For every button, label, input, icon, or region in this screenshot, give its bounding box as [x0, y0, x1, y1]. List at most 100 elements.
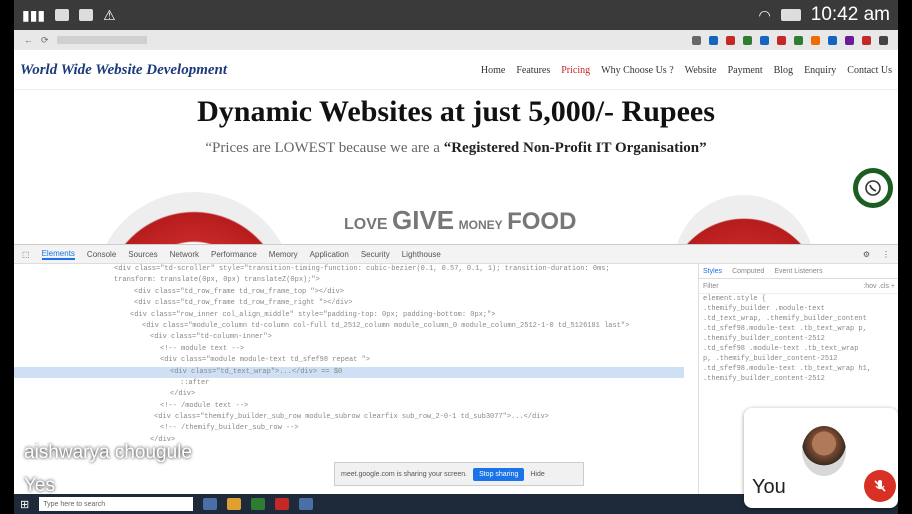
- inspect-element-icon[interactable]: ⬚: [22, 250, 30, 259]
- image-notification-icon: [79, 9, 94, 21]
- dom-node-line[interactable]: <div class="module module-text td_sfef98…: [14, 355, 684, 366]
- wifi-icon: ◠: [758, 6, 771, 23]
- mic-off-icon: [874, 480, 886, 492]
- screen-share-bar: meet.google.com is sharing your screen. …: [334, 462, 584, 486]
- css-selector-line: .td_text_wrap, .themify_builder_content: [703, 315, 867, 323]
- extension-icon[interactable]: [794, 35, 803, 45]
- extension-icon[interactable]: [828, 35, 837, 45]
- participant-name: aishwarya chougule: [24, 442, 192, 463]
- hero-title: Dynamic Websites at just 5,000/- Rupees: [197, 95, 715, 128]
- dom-node-line[interactable]: <div class="module_column td-column col-…: [14, 321, 684, 332]
- taskbar-app-icon[interactable]: [275, 498, 290, 510]
- devtools-tab-sources[interactable]: Sources: [128, 250, 157, 259]
- wordcloud-word: GIVE: [392, 205, 455, 235]
- taskbar-app-icon[interactable]: [251, 498, 266, 510]
- devtools-tab-network[interactable]: Network: [170, 250, 199, 259]
- nav-link-enquiry[interactable]: Enquiry: [804, 65, 836, 76]
- windows-start-icon[interactable]: ⊞: [20, 498, 29, 511]
- extension-icon[interactable]: [879, 35, 888, 45]
- dom-node-line[interactable]: ::after: [14, 378, 684, 389]
- extension-icon[interactable]: [811, 35, 820, 45]
- taskbar-app-icon[interactable]: [227, 498, 242, 510]
- extension-icon[interactable]: [862, 35, 871, 45]
- extension-icon[interactable]: [743, 35, 752, 45]
- extension-icon[interactable]: [726, 35, 735, 45]
- back-icon[interactable]: ←: [24, 35, 33, 45]
- devtools-tab-security[interactable]: Security: [361, 250, 390, 259]
- signal-icon: ▮▮▮: [22, 6, 46, 23]
- dom-node-line[interactable]: <div class="themify_builder_sub_row modu…: [14, 412, 684, 423]
- dom-node-line[interactable]: <div class="row_inner col_align_middle" …: [14, 310, 684, 321]
- styles-tab-computed[interactable]: Computed: [732, 268, 764, 275]
- taskbar-app-icon[interactable]: [203, 498, 218, 510]
- battery-icon: [780, 9, 801, 21]
- devtools-tab-lighthouse[interactable]: Lighthouse: [402, 250, 441, 259]
- hero-subtitle: “Prices are LOWEST because we are a “Reg…: [14, 140, 898, 157]
- dom-node-line[interactable]: <!-- /module text -->: [14, 401, 684, 412]
- reload-icon[interactable]: ⟳: [41, 35, 49, 46]
- nav-link-contact-us[interactable]: Contact Us: [847, 65, 892, 76]
- whatsapp-icon: [865, 180, 881, 196]
- wordcloud-word: LOVE: [344, 216, 388, 233]
- css-selector-line: .td_sfef98.module-text .tb_text_wrap h1,: [703, 365, 872, 373]
- dom-node-line[interactable]: <div class="td-scroller" style="transiti…: [14, 264, 684, 275]
- devtools-settings-icon[interactable]: ⚙: [863, 250, 870, 259]
- self-video-tile[interactable]: You: [744, 408, 898, 508]
- styles-tab-listeners[interactable]: Event Listeners: [774, 268, 822, 275]
- styles-filter-options[interactable]: :hov .cls +: [863, 283, 895, 290]
- extension-icon[interactable]: [760, 35, 769, 45]
- extension-icon[interactable]: [692, 35, 701, 45]
- css-selector-line: .themify_builder .module-text: [703, 305, 825, 313]
- devtools-tab-application[interactable]: Application: [310, 250, 349, 259]
- dom-node-line[interactable]: <div class="td_row_frame td_row_frame_ri…: [14, 298, 684, 309]
- selected-dom-node[interactable]: <div class="td_text_wrap">...</div> == $…: [14, 366, 684, 378]
- element-style-rule: element.style {: [703, 295, 767, 303]
- url-bar[interactable]: [56, 36, 147, 44]
- live-caption: Yes: [24, 475, 55, 496]
- wordcloud-word: FOOD: [507, 208, 577, 235]
- css-selector-line: p, .themify_builder_content-2512: [703, 355, 838, 363]
- hide-share-bar-button[interactable]: Hide: [530, 471, 544, 478]
- word-cloud-image: LOVE GIVE MONEY FOOD: [344, 205, 576, 236]
- dom-node-line[interactable]: <div class="td_row_frame td_row_frame_to…: [14, 287, 684, 298]
- devtools-menu-icon[interactable]: ⋮: [882, 250, 890, 259]
- nav-link-features[interactable]: Features: [516, 65, 550, 76]
- dom-node-line[interactable]: transform: translate(0px, 0px) translate…: [14, 275, 684, 286]
- devtools-tabs: ⬚ Elements Console Sources Network Performanc…: [14, 245, 898, 264]
- warning-icon: ⚠: [103, 6, 116, 23]
- css-selector-line: .themify_builder_content-2512: [703, 375, 825, 383]
- css-selector-line: .td_sfef98 .module-text .tb_text_wrap: [703, 345, 859, 353]
- nav-link-why-choose-us[interactable]: Why Choose Us ?: [601, 65, 674, 76]
- extension-icon[interactable]: [777, 35, 786, 45]
- css-selector-line: .td_sfef98.module-text .tb_text_wrap p,: [703, 325, 867, 333]
- site-logo[interactable]: World Wide Website Development: [20, 62, 227, 79]
- nav-link-home[interactable]: Home: [481, 65, 505, 76]
- dom-node-line[interactable]: </div>: [14, 389, 684, 400]
- nav-link-blog[interactable]: Blog: [774, 65, 793, 76]
- taskbar-app-icon[interactable]: [299, 498, 314, 510]
- android-status-bar: ▮▮▮ ⚠ ◠ 10:42 am: [14, 0, 898, 30]
- extension-icon[interactable]: [709, 35, 718, 45]
- nav-link-pricing[interactable]: Pricing: [561, 65, 590, 76]
- devtools-tab-performance[interactable]: Performance: [211, 250, 257, 259]
- devtools-tab-elements[interactable]: Elements: [41, 249, 75, 260]
- devtools-tab-console[interactable]: Console: [87, 250, 116, 259]
- nav-link-payment[interactable]: Payment: [728, 65, 763, 76]
- dom-node-line[interactable]: <!-- module text -->: [14, 344, 684, 355]
- styles-tab-styles[interactable]: Styles: [703, 268, 722, 275]
- extension-icon[interactable]: [845, 35, 854, 45]
- wordcloud-word: MONEY: [458, 218, 503, 232]
- browser-toolbar: ← ⟳: [14, 30, 898, 50]
- dom-node-line[interactable]: <div class="td-column-inner">: [14, 332, 684, 343]
- dom-node-line[interactable]: <!-- /themify_builder_sub_row -->: [14, 423, 684, 434]
- devtools-tab-memory[interactable]: Memory: [269, 250, 298, 259]
- css-selector-line: .themify_builder_content-2512: [703, 335, 825, 343]
- taskbar-search[interactable]: Type here to search: [39, 497, 194, 511]
- whatsapp-chat-button[interactable]: [853, 168, 893, 208]
- nav-link-website[interactable]: Website: [685, 65, 717, 76]
- site-nav: Home Features Pricing Why Choose Us ? Websit…: [481, 65, 892, 76]
- mic-muted-button[interactable]: [864, 470, 896, 502]
- site-header: World Wide Website Development Home Featu…: [14, 52, 898, 90]
- styles-filter-input[interactable]: Filter: [703, 283, 719, 290]
- stop-sharing-button[interactable]: Stop sharing: [473, 467, 525, 481]
